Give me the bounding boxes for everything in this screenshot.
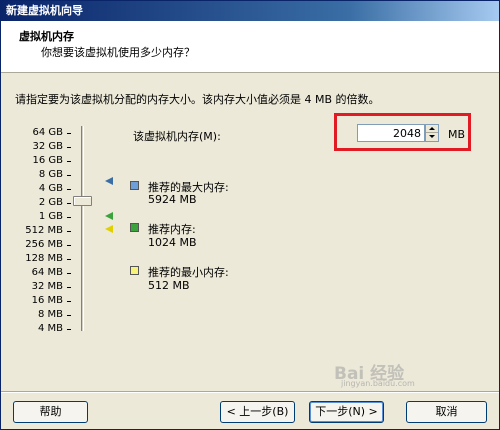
scale-tick-label: 4 GB	[38, 183, 63, 194]
scale-tick-mark	[67, 273, 71, 274]
scale-tick-mark	[67, 301, 71, 302]
instruction-text: 请指定要为该虚拟机分配的内存大小。该内存大小值必须是 4 MB 的倍数。	[15, 93, 380, 106]
scale-tick-label: 64 GB	[32, 127, 63, 138]
scale-tick-label: 16 GB	[32, 155, 63, 166]
spin-down-icon[interactable]	[426, 133, 438, 141]
max-recommended-marker-icon	[105, 177, 113, 185]
help-button[interactable]: 帮助	[13, 401, 88, 423]
window-title: 新建虚拟机向导	[1, 1, 499, 21]
scale-tick-mark	[67, 175, 71, 176]
min-recommended-label: 推荐的最小内存:	[148, 266, 229, 279]
recommended-swatch	[130, 223, 139, 232]
cancel-button[interactable]: 取消	[406, 401, 487, 423]
scale-tick-mark	[67, 315, 71, 316]
recommended-label: 推荐内存:	[148, 223, 196, 236]
memory-spinner[interactable]	[425, 124, 439, 142]
footer-divider	[1, 391, 499, 393]
memory-input[interactable]	[357, 124, 425, 142]
scale-tick-mark	[67, 287, 71, 288]
scale-tick-mark	[67, 161, 71, 162]
page-title: 虚拟机内存	[19, 30, 74, 43]
scale-tick-label: 32 MB	[31, 281, 63, 292]
scale-tick-mark	[67, 259, 71, 260]
scale-tick-mark	[67, 147, 71, 148]
memory-label: 该虚拟机内存(M):	[133, 130, 221, 143]
scale-tick-label: 8 MB	[37, 309, 63, 320]
scale-tick-label: 8 GB	[38, 169, 63, 180]
recommended-marker-icon	[105, 212, 113, 220]
scale-tick-label: 32 GB	[32, 141, 63, 152]
scale-tick-label: 64 MB	[31, 267, 63, 278]
watermark-url: jingyan.baidu.com	[341, 379, 415, 388]
wizard-window: 新建虚拟机向导 虚拟机内存 你想要该虚拟机使用多少内存？ 请指定要为该虚拟机分配…	[0, 0, 500, 430]
min-recommended-marker-icon	[105, 225, 113, 233]
spin-up-icon[interactable]	[426, 125, 438, 133]
scale-tick-label: 2 GB	[38, 197, 63, 208]
scale-tick-label: 512 MB	[25, 225, 63, 236]
scale-tick-mark	[67, 189, 71, 190]
scale-tick-label: 128 MB	[25, 253, 63, 264]
scale-tick-mark	[67, 231, 71, 232]
max-recommended-value: 5924 MB	[148, 193, 197, 206]
scale-tick-label: 256 MB	[25, 239, 63, 250]
recommended-value: 1024 MB	[148, 236, 197, 249]
memory-slider-thumb[interactable]	[73, 196, 92, 206]
memory-slider-track[interactable]	[81, 126, 84, 331]
scale-tick-mark	[67, 217, 71, 218]
min-recommended-swatch	[130, 266, 139, 275]
wizard-header: 虚拟机内存 你想要该虚拟机使用多少内存？	[1, 21, 499, 73]
memory-unit: MB	[448, 128, 466, 141]
scale-tick-label: 1 GB	[38, 211, 63, 222]
scale-tick-mark	[67, 203, 71, 204]
min-recommended-value: 512 MB	[148, 279, 190, 292]
max-recommended-swatch	[130, 181, 139, 190]
scale-tick-mark	[67, 245, 71, 246]
next-button[interactable]: 下一步(N) >	[309, 401, 384, 423]
page-subtitle: 你想要该虚拟机使用多少内存？	[41, 46, 195, 59]
scale-tick-mark	[67, 329, 71, 330]
back-button[interactable]: < 上一步(B)	[220, 401, 295, 423]
scale-tick-mark	[67, 133, 71, 134]
scale-tick-label: 4 MB	[37, 323, 63, 334]
scale-tick-label: 16 MB	[31, 295, 63, 306]
